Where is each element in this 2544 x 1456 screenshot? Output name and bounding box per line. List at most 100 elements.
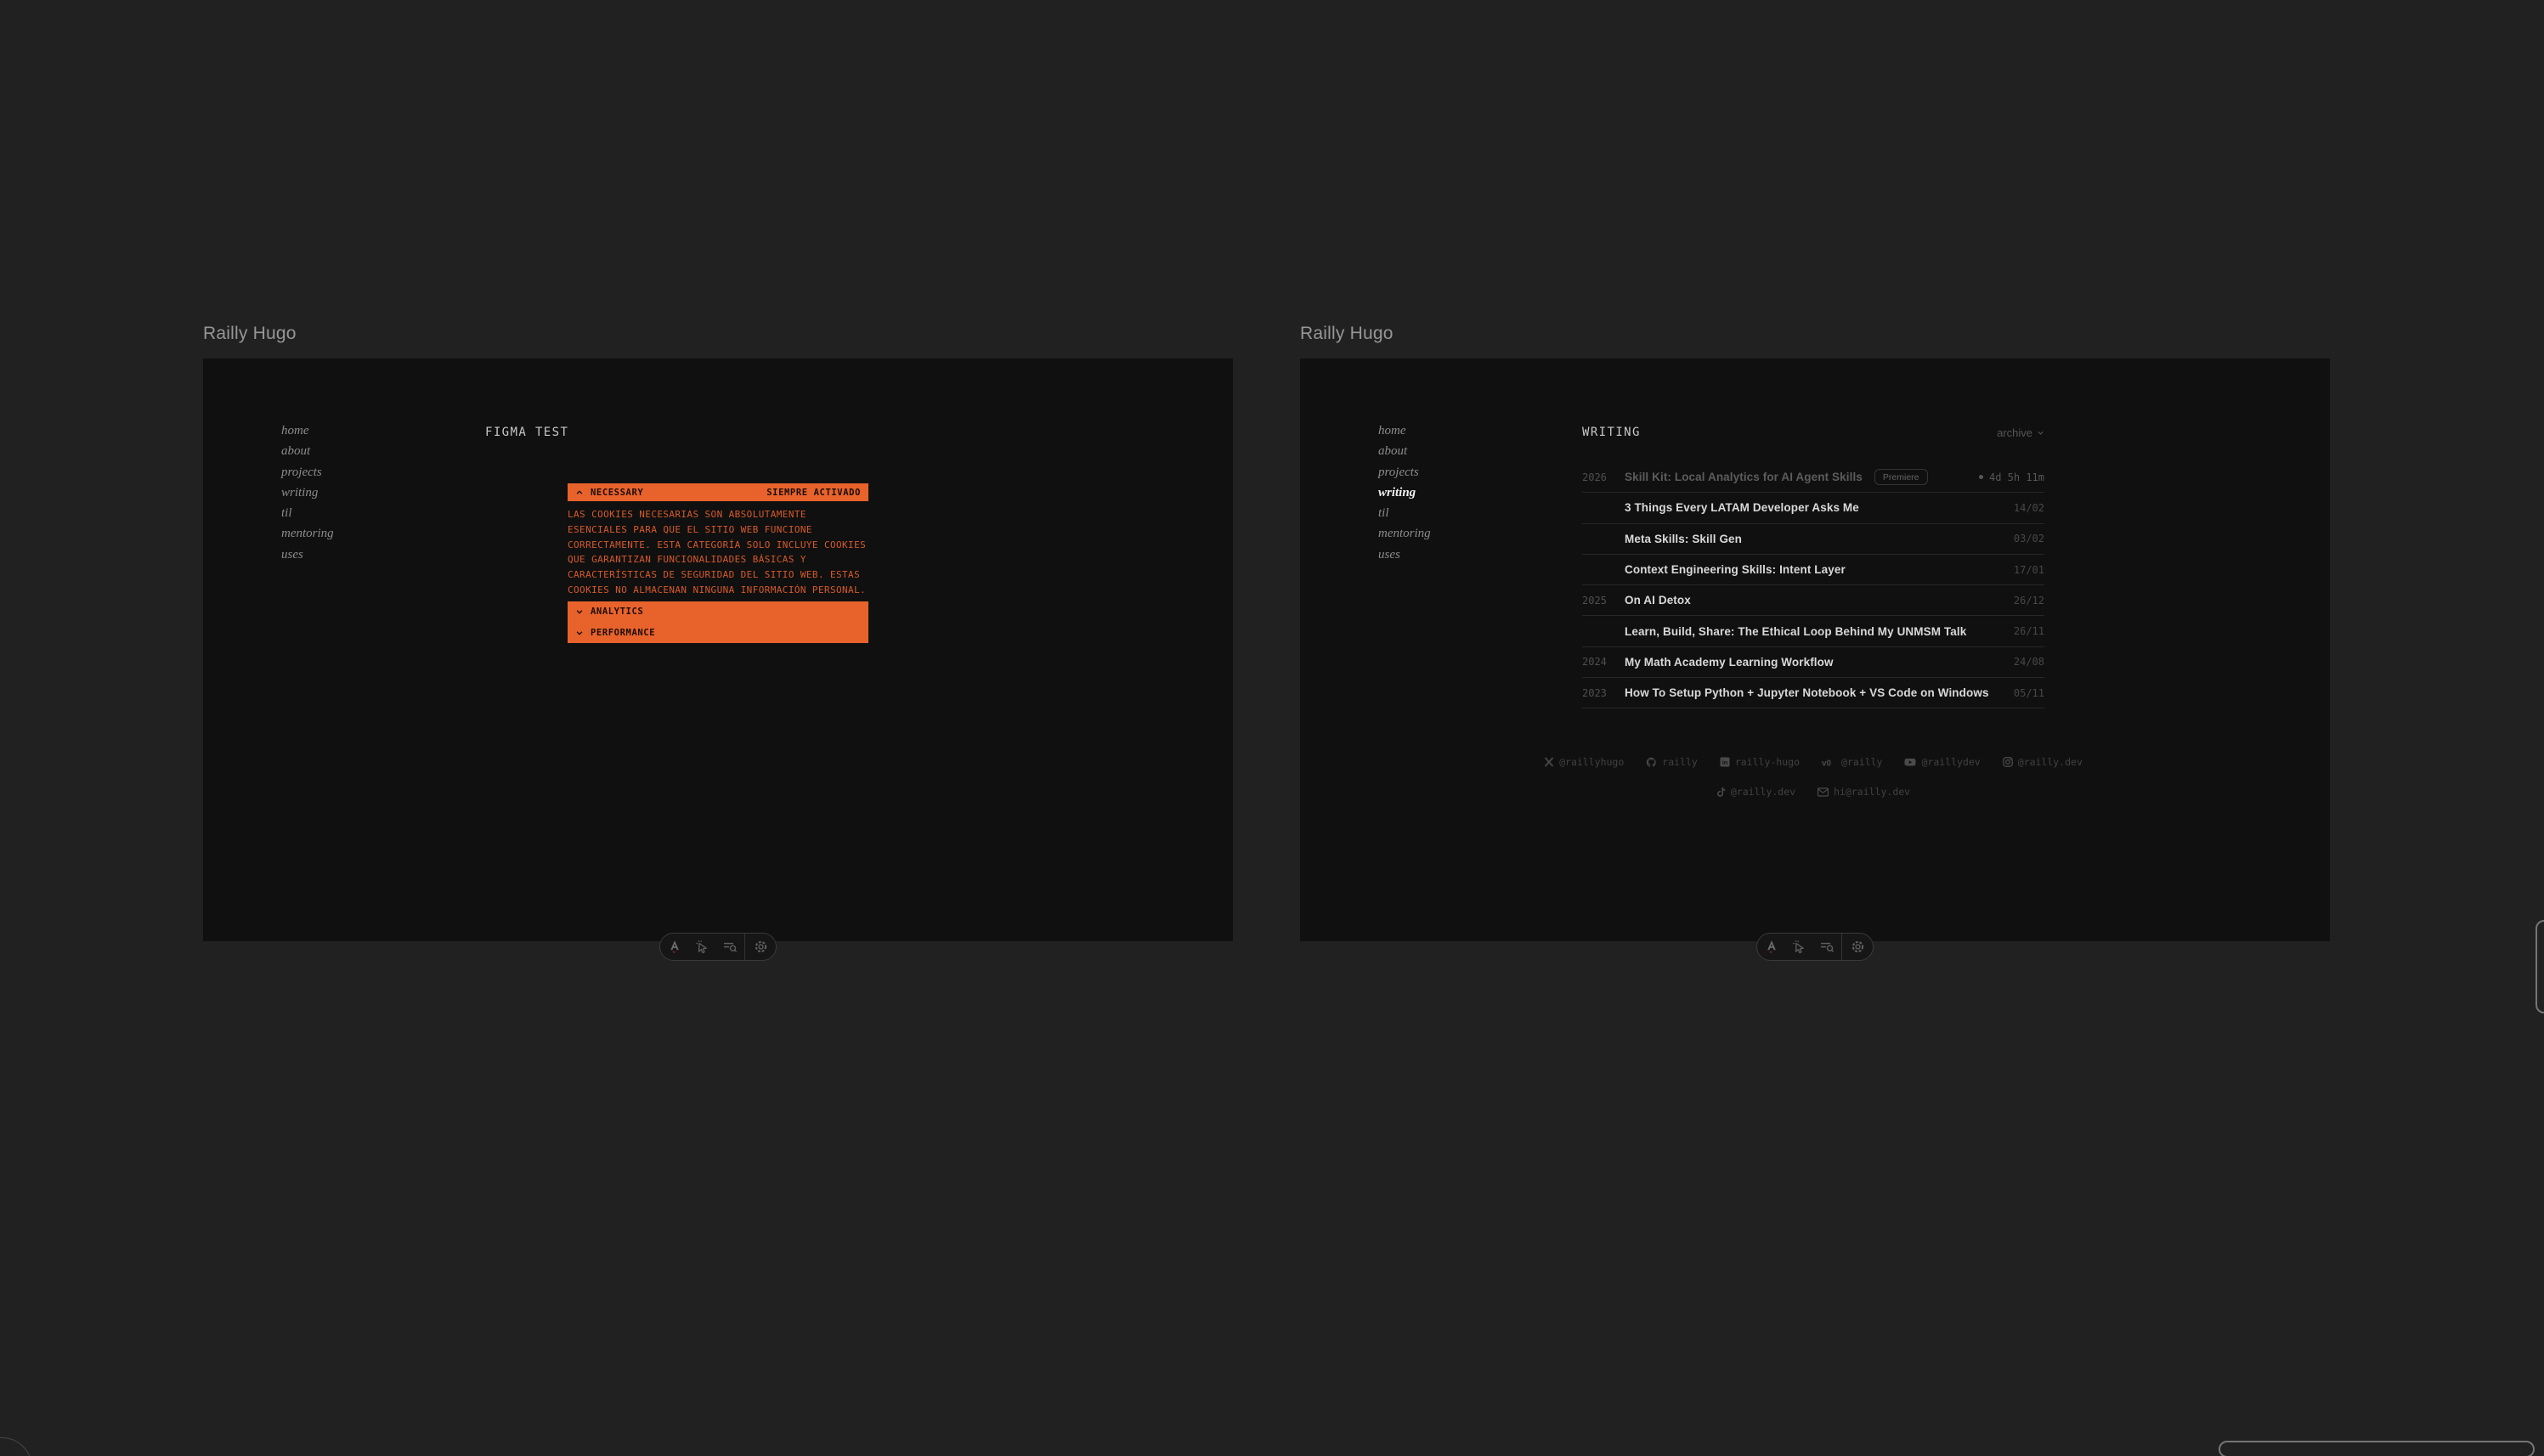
nav-item[interactable]: uses bbox=[1378, 545, 1431, 565]
nav-item[interactable]: home bbox=[1378, 420, 1431, 441]
social-links: @raillyhugo railly in railly-hugo bbox=[1582, 756, 2044, 798]
audit-list-icon bbox=[1820, 941, 1835, 953]
v0-icon: v0 bbox=[1822, 758, 1836, 767]
toolbar-button[interactable] bbox=[1813, 934, 1841, 960]
frame-label[interactable]: Railly Hugo bbox=[1300, 321, 2330, 347]
post-year: 2024 bbox=[1582, 656, 1625, 668]
cookie-description-line: QUE GARANTIZAN FUNCIONALIDADES BÁSICAS Y bbox=[568, 552, 868, 567]
post-title: On AI Detox bbox=[1625, 594, 1691, 607]
toolbar-button[interactable] bbox=[1785, 934, 1813, 960]
archive-dropdown[interactable]: archive bbox=[1997, 426, 2044, 439]
toolbar-button[interactable] bbox=[688, 934, 716, 960]
live-dot-icon bbox=[1979, 475, 1983, 479]
frame-label[interactable]: Railly Hugo bbox=[203, 321, 1233, 347]
cookie-section-necessary[interactable]: NECESSARY SIEMPRE ACTIVADO bbox=[568, 483, 868, 501]
nav-item[interactable]: til bbox=[1378, 503, 1431, 523]
vertical-scrollbar[interactable] bbox=[2536, 920, 2544, 1013]
astro-logo-icon bbox=[668, 940, 681, 954]
settings-gear-icon bbox=[754, 940, 768, 954]
post-row[interactable]: 2023 How To Setup Python + Jupyter Noteb… bbox=[1582, 678, 2044, 708]
post-year: 2026 bbox=[1582, 471, 1625, 483]
cookie-description-line: CORRECTAMENTE. ESTA CATEGORÍA SOLO INCLU… bbox=[568, 538, 868, 553]
post-title: Skill Kit: Local Analytics for AI Agent … bbox=[1625, 471, 1863, 483]
instagram-icon bbox=[2003, 757, 2013, 767]
nav-item[interactable]: projects bbox=[281, 462, 334, 483]
post-year: 2023 bbox=[1582, 687, 1625, 699]
social-handle: @railly bbox=[1841, 756, 1882, 768]
chevron-down-icon bbox=[575, 629, 584, 637]
chevron-down-icon bbox=[575, 607, 584, 616]
page-title: FIGMA TEST bbox=[485, 424, 947, 441]
post-date: 17/01 bbox=[2014, 564, 2044, 576]
nav-item[interactable]: about bbox=[1378, 441, 1431, 461]
post-title: My Math Academy Learning Workflow bbox=[1625, 656, 1834, 669]
social-handle: railly-hugo bbox=[1735, 756, 1800, 768]
cookie-section[interactable]: PERFORMANCE bbox=[568, 622, 868, 643]
svg-text:v0: v0 bbox=[1822, 759, 1832, 767]
nav-item[interactable]: mentoring bbox=[1378, 523, 1431, 544]
post-title: Meta Skills: Skill Gen bbox=[1625, 533, 1742, 545]
toolbar-button[interactable] bbox=[1841, 934, 1873, 960]
toolbar-button[interactable] bbox=[716, 934, 744, 960]
post-row[interactable]: 2024 My Math Academy Learning Workflow 2… bbox=[1582, 647, 2044, 678]
cookie-consent-widget: NECESSARY SIEMPRE ACTIVADO LAS COOKIES N… bbox=[568, 483, 868, 643]
social-handle: railly bbox=[1662, 756, 1698, 768]
nav-item[interactable]: mentoring bbox=[281, 523, 334, 544]
social-link[interactable]: @raillyhugo bbox=[1544, 756, 1624, 768]
post-row[interactable]: 3 Things Every LATAM Developer Asks Me 1… bbox=[1582, 493, 2044, 523]
chevron-up-icon bbox=[575, 488, 584, 497]
post-date: 26/12 bbox=[2014, 595, 2044, 607]
social-handle: @raillydev bbox=[1921, 756, 1980, 768]
figma-frame-figma-test[interactable]: homeaboutprojectswritingtilmentoringuses… bbox=[203, 358, 1233, 941]
horizontal-scrollbar[interactable] bbox=[2219, 1441, 2535, 1456]
nav-item[interactable]: about bbox=[281, 441, 334, 461]
svg-text:in: in bbox=[1722, 760, 1727, 766]
post-title: Learn, Build, Share: The Ethical Loop Be… bbox=[1625, 625, 1966, 638]
figma-frame-writing[interactable]: homeaboutprojectswritingtilmentoringuses… bbox=[1300, 358, 2330, 941]
social-link[interactable]: @raillydev bbox=[1904, 756, 1980, 768]
post-date: 05/11 bbox=[2014, 687, 2044, 699]
cookie-section-label: ANALYTICS bbox=[591, 607, 643, 617]
post-date: 03/02 bbox=[2014, 533, 2044, 545]
post-row[interactable]: Meta Skills: Skill Gen 03/02 bbox=[1582, 524, 2044, 555]
cookie-section-label: NECESSARY bbox=[591, 488, 643, 498]
social-link[interactable]: railly bbox=[1646, 756, 1698, 768]
github-icon bbox=[1646, 757, 1657, 768]
cookie-description-line: COOKIES NO ALMACENAN NINGUNA INFORMACIÓN… bbox=[568, 583, 868, 598]
astro-dev-toolbar bbox=[1756, 933, 1874, 961]
social-handle: @railly.dev bbox=[2018, 756, 2083, 768]
social-link[interactable]: @railly.dev bbox=[2003, 756, 2083, 768]
social-link[interactable]: in railly-hugo bbox=[1720, 756, 1800, 768]
toolbar-button[interactable] bbox=[744, 934, 776, 960]
nav-item[interactable]: writing bbox=[1378, 483, 1431, 503]
post-row[interactable]: Context Engineering Skills: Intent Layer… bbox=[1582, 555, 2044, 585]
post-row[interactable]: 2026 Skill Kit: Local Analytics for AI A… bbox=[1582, 462, 2044, 493]
toolbar-button[interactable] bbox=[660, 934, 688, 960]
linkedin-icon: in bbox=[1720, 757, 1730, 767]
nav-item[interactable]: projects bbox=[1378, 462, 1431, 483]
post-row[interactable]: 2025 On AI Detox 26/12 bbox=[1582, 585, 2044, 616]
social-link[interactable]: v0 @railly bbox=[1822, 756, 1882, 768]
social-link[interactable]: @railly.dev bbox=[1716, 786, 1795, 798]
page-title: WRITING bbox=[1582, 424, 1641, 441]
figma-frame-group-right: Railly Hugo homeaboutprojectswritingtilm… bbox=[1300, 321, 2330, 941]
chevron-down-icon bbox=[2037, 429, 2044, 437]
nav-item[interactable]: home bbox=[281, 420, 334, 441]
cookie-section[interactable]: ANALYTICS bbox=[568, 601, 868, 623]
tiktok-icon bbox=[1716, 787, 1726, 798]
social-link[interactable]: hi@railly.dev bbox=[1818, 786, 1910, 798]
post-date: 26/11 bbox=[2014, 625, 2044, 637]
nav-item[interactable]: til bbox=[281, 503, 334, 523]
nav-item[interactable]: uses bbox=[281, 545, 334, 565]
post-row[interactable]: Learn, Build, Share: The Ethical Loop Be… bbox=[1582, 616, 2044, 646]
nav-item[interactable]: writing bbox=[281, 483, 334, 503]
x-icon bbox=[1544, 757, 1554, 767]
post-date: 14/02 bbox=[2014, 502, 2044, 514]
settings-gear-icon bbox=[1851, 940, 1865, 954]
social-handle: hi@railly.dev bbox=[1834, 786, 1910, 798]
cookie-description: LAS COOKIES NECESARIAS SON ABSOLUTAMENTE… bbox=[568, 507, 868, 598]
inspect-cursor-icon bbox=[1792, 940, 1806, 954]
cookie-section-label: PERFORMANCE bbox=[591, 628, 655, 638]
post-title: Context Engineering Skills: Intent Layer bbox=[1625, 563, 1846, 576]
toolbar-button[interactable] bbox=[1757, 934, 1785, 960]
